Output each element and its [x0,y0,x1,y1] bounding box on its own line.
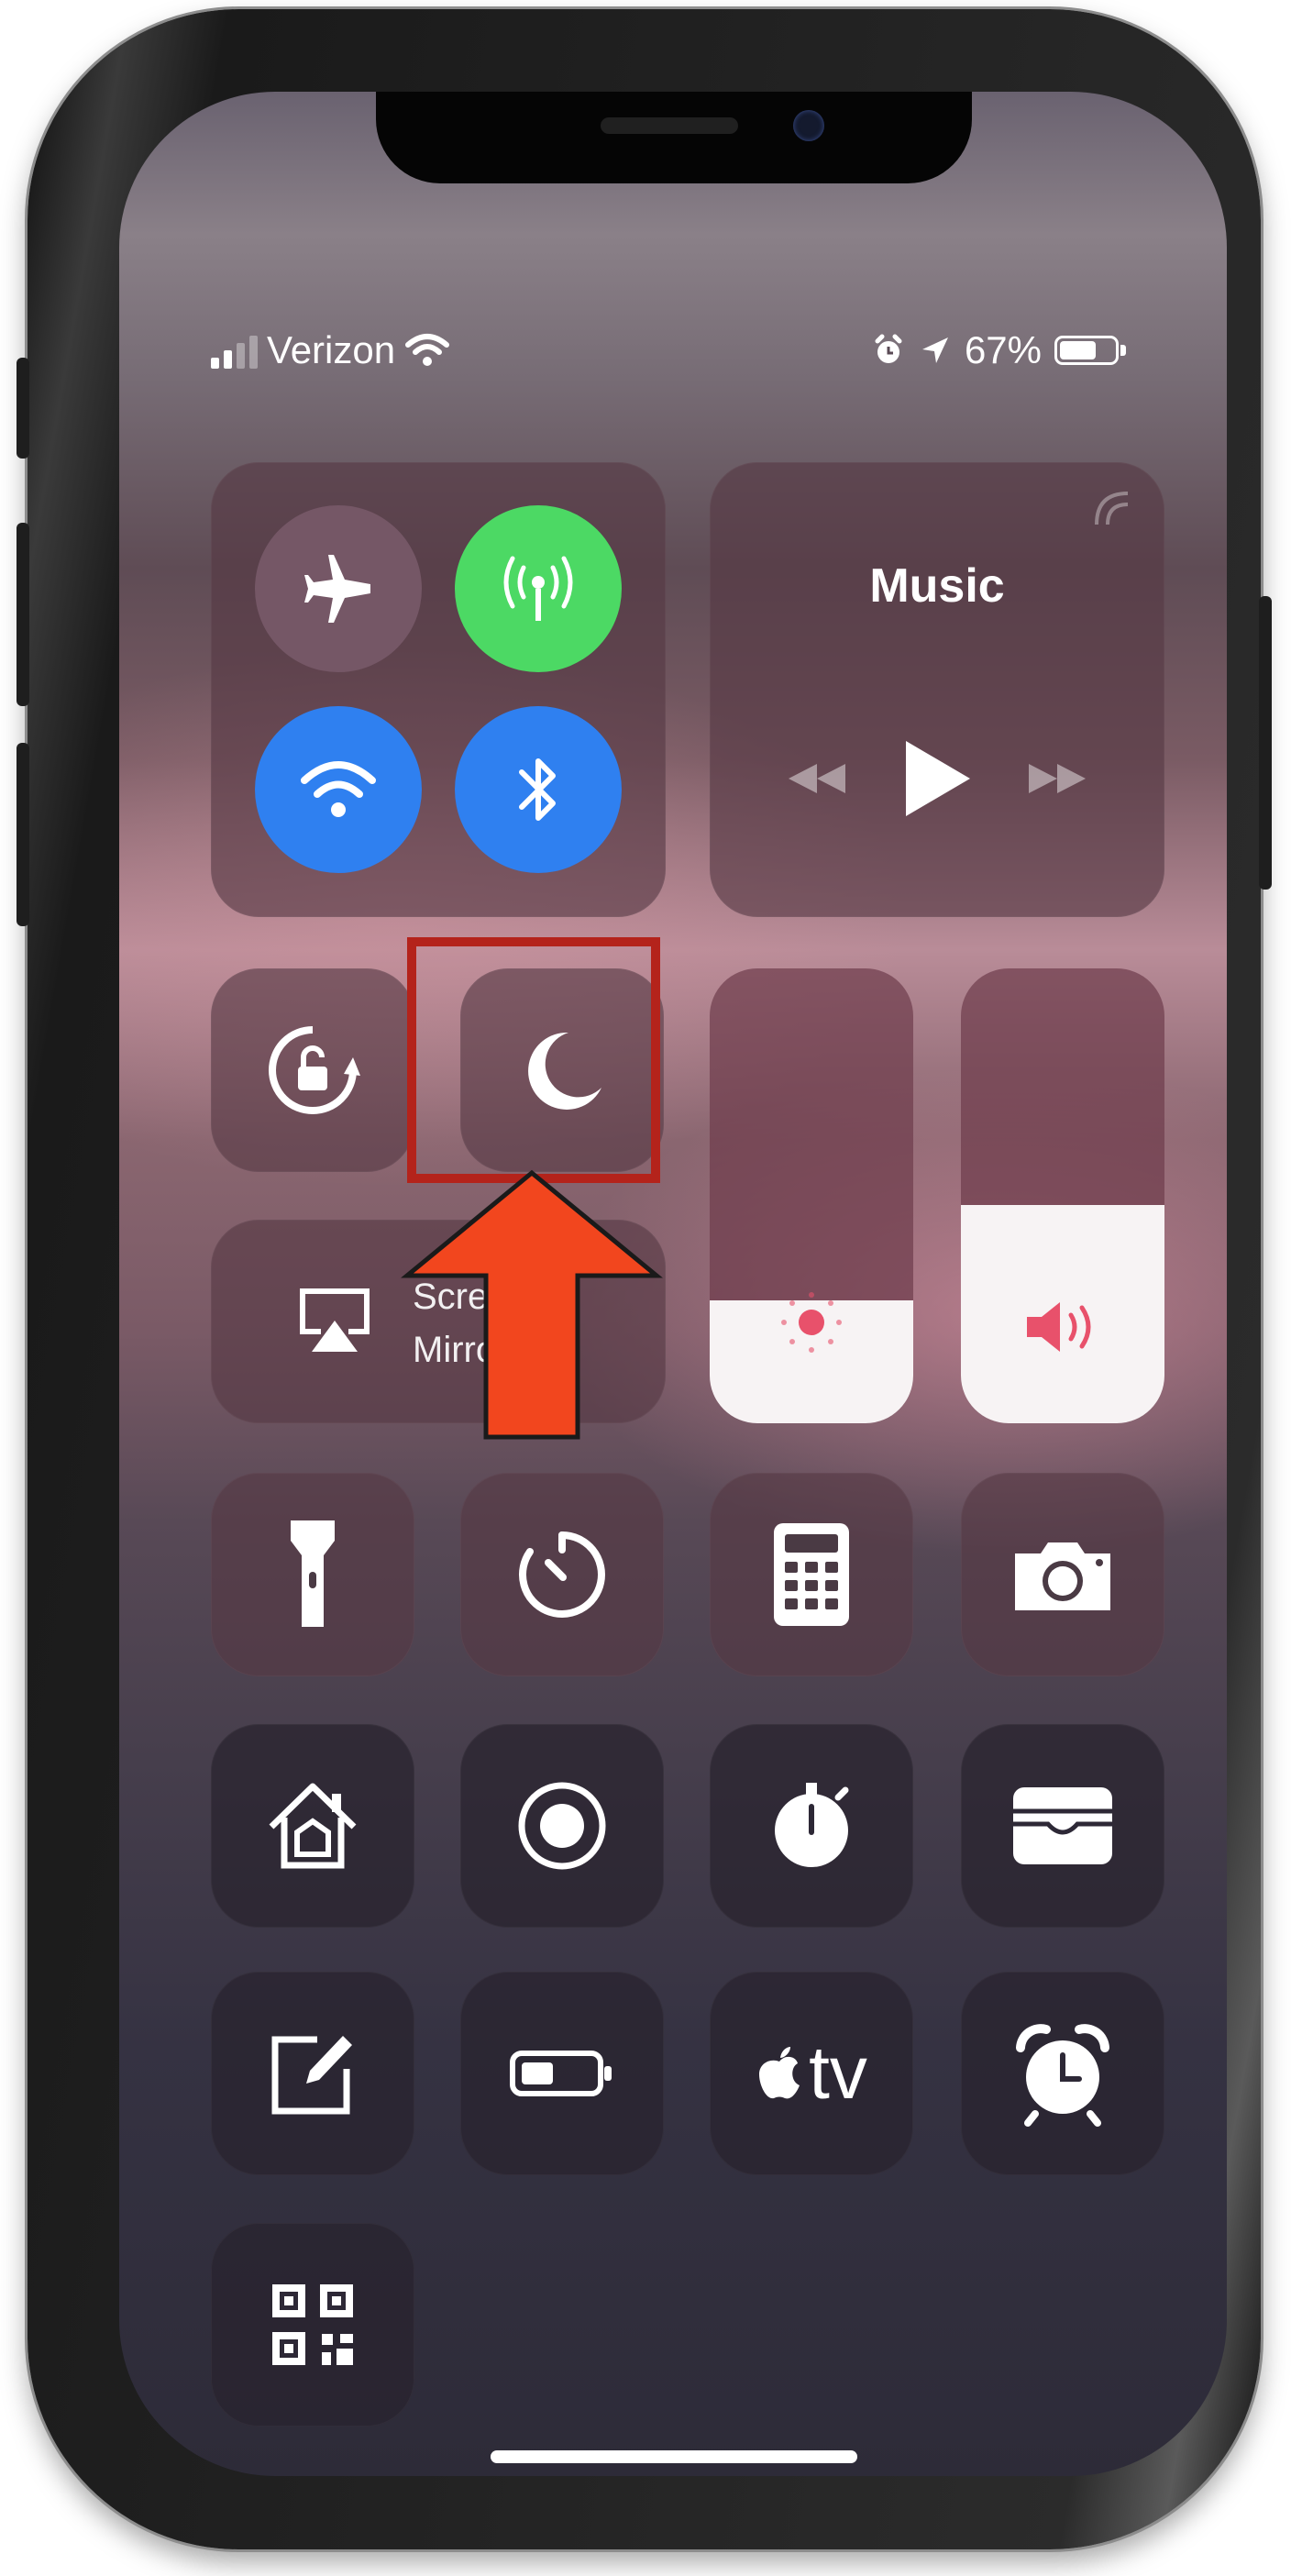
play-icon[interactable] [900,737,974,820]
carrier-group: Verizon [211,328,450,372]
music-controls [710,737,1164,820]
stopwatch-icon [775,1783,849,1867]
carrier-name: Verizon [267,328,396,371]
airplay-audio-icon[interactable] [1091,488,1133,530]
wifi-status-icon [405,334,450,366]
airplane-icon [304,555,370,623]
orientation-lock-button[interactable] [211,968,414,1172]
qr-code-scanner-button[interactable] [211,2223,414,2427]
low-power-icon [510,2051,612,2096]
home-indicator[interactable] [491,2450,857,2463]
status-bar: Verizon 67% [119,328,1227,402]
bluetooth-icon [519,758,556,821]
signal-strength-icon [211,332,258,369]
bluetooth-toggle[interactable] [455,706,622,873]
wifi-icon [301,761,376,817]
timer-button[interactable] [460,1473,664,1676]
pointer-arrow-icon [401,1169,663,1440]
notes-icon [271,2036,352,2115]
fast-forward-icon[interactable] [1025,760,1089,797]
camera-button[interactable] [961,1473,1164,1676]
brightness-slider[interactable] [710,968,913,1423]
flashlight-button[interactable] [211,1473,414,1676]
brightness-icon [781,1292,842,1353]
antenna-icon [503,556,573,621]
screen-recording-button[interactable] [460,1724,664,1928]
screen-record-icon [518,1782,606,1870]
stopwatch-button[interactable] [710,1724,913,1928]
volume-up-button [17,523,29,706]
flashlight-icon [291,1520,335,1627]
timer-icon [518,1531,605,1618]
alarm-status-icon [875,334,902,363]
camera-icon [1015,1542,1110,1610]
wallet-button[interactable] [961,1724,1164,1928]
do-not-disturb-highlight [407,937,660,1183]
apple-tv-label: tv [809,2031,867,2115]
battery-icon [1054,336,1126,365]
wallet-icon [1013,1787,1112,1864]
location-status-icon [921,337,948,363]
side-button [1259,596,1272,890]
notes-button[interactable] [211,1972,414,2175]
battery-percentage: 67% [964,328,1042,371]
qr-code-icon [272,2284,353,2365]
home-icon [269,1783,357,1869]
apple-tv-remote-button[interactable]: tv [710,1972,913,2175]
volume-slider[interactable] [961,968,1164,1423]
control-center-screen: Verizon 67% Music Screen tv [119,92,1227,2476]
wifi-toggle[interactable] [255,706,422,873]
airplay-icon [300,1288,370,1352]
calculator-icon [774,1523,849,1626]
notch [376,92,972,183]
rotation-lock-icon [269,1026,360,1114]
low-power-mode-button[interactable] [460,1972,664,2175]
front-camera [793,110,824,141]
calculator-button[interactable] [710,1473,913,1676]
home-button[interactable] [211,1724,414,1928]
connectivity-module [211,462,666,917]
earpiece-speaker [601,117,738,134]
rewind-icon[interactable] [785,760,849,797]
music-module[interactable]: Music [710,462,1164,917]
music-title: Music [869,559,1005,613]
volume-down-button [17,743,29,926]
status-right-group: 67% [871,328,1126,372]
alarm-icon [1016,2024,1109,2127]
speaker-icon [1027,1302,1091,1352]
mute-switch [17,358,29,459]
airplane-mode-toggle[interactable] [255,505,422,672]
alarm-button[interactable] [961,1972,1164,2175]
apple-logo-icon [759,2047,800,2099]
cellular-data-toggle[interactable] [455,505,622,672]
